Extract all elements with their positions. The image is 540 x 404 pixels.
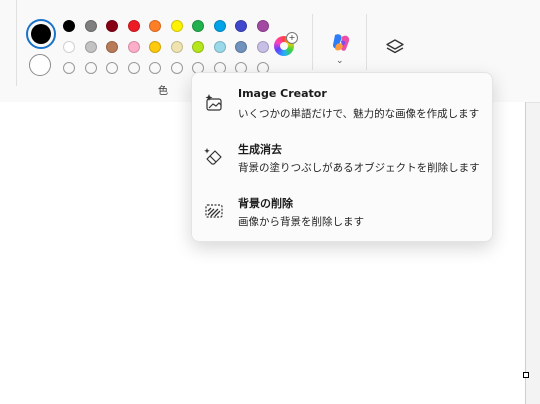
divider <box>312 14 313 70</box>
copilot-menu: Image Creator いくつかの単語だけで、魅力的な画像を作成します 生成… <box>191 72 493 242</box>
color-swatch[interactable] <box>63 20 75 32</box>
color-swatch[interactable] <box>256 41 269 53</box>
chevron-down-icon[interactable]: ⌄ <box>336 56 344 66</box>
color-swatch[interactable] <box>63 41 75 53</box>
color-swatch[interactable] <box>170 62 183 74</box>
color-swatch[interactable] <box>84 20 97 32</box>
layers-icon[interactable] <box>384 37 406 59</box>
color-swatch[interactable] <box>213 41 226 53</box>
color-swatch[interactable] <box>149 41 161 53</box>
color-swatch[interactable] <box>127 20 140 32</box>
menu-item-title: 背景の削除 <box>238 197 293 210</box>
image-creator-icon <box>205 94 222 111</box>
color-swatch[interactable] <box>213 20 226 32</box>
color-swatch[interactable] <box>127 62 140 74</box>
color2-selector[interactable] <box>29 54 51 76</box>
color-swatch[interactable] <box>192 20 204 32</box>
color-swatch[interactable] <box>149 62 161 74</box>
color1-selector[interactable] <box>26 19 56 49</box>
edit-colors-icon[interactable]: + <box>274 32 298 56</box>
divider <box>16 0 17 86</box>
color-swatch[interactable] <box>106 20 118 32</box>
color-swatch[interactable] <box>170 20 183 32</box>
color-swatch[interactable] <box>149 20 161 32</box>
menu-item-remove-background[interactable]: 背景の削除 画像から背景を削除します <box>192 191 492 239</box>
divider <box>366 14 367 70</box>
color-swatch[interactable] <box>170 41 183 53</box>
colors-group-label: 色 <box>158 86 168 97</box>
menu-item-title: Image Creator <box>238 87 327 100</box>
color-swatch[interactable] <box>127 41 140 53</box>
color-swatch[interactable] <box>84 41 97 53</box>
menu-item-title: 生成消去 <box>238 143 282 156</box>
color-swatch[interactable] <box>63 62 75 74</box>
color-swatch[interactable] <box>106 62 118 74</box>
copilot-icon[interactable] <box>329 31 353 55</box>
color-swatch[interactable] <box>106 41 118 53</box>
generative-erase-icon <box>204 148 222 165</box>
canvas-resize-handle[interactable] <box>523 372 529 378</box>
remove-background-icon <box>205 204 223 218</box>
canvas-border <box>525 102 526 404</box>
menu-item-description: いくつかの単語だけで、魅力的な画像を作成します <box>238 108 480 120</box>
color-swatch[interactable] <box>256 20 269 32</box>
menu-item-generative-erase[interactable]: 生成消去 背景の塗りつぶしがあるオブジェクトを削除します <box>192 137 492 185</box>
color-swatch[interactable] <box>84 62 97 74</box>
color-swatch[interactable] <box>235 41 247 53</box>
color-swatch[interactable] <box>235 20 247 32</box>
menu-item-description: 画像から背景を削除します <box>238 216 364 228</box>
menu-item-description: 背景の塗りつぶしがあるオブジェクトを削除します <box>238 162 480 174</box>
color-swatch[interactable] <box>192 41 204 53</box>
menu-item-image-creator[interactable]: Image Creator いくつかの単語だけで、魅力的な画像を作成します <box>192 83 492 131</box>
